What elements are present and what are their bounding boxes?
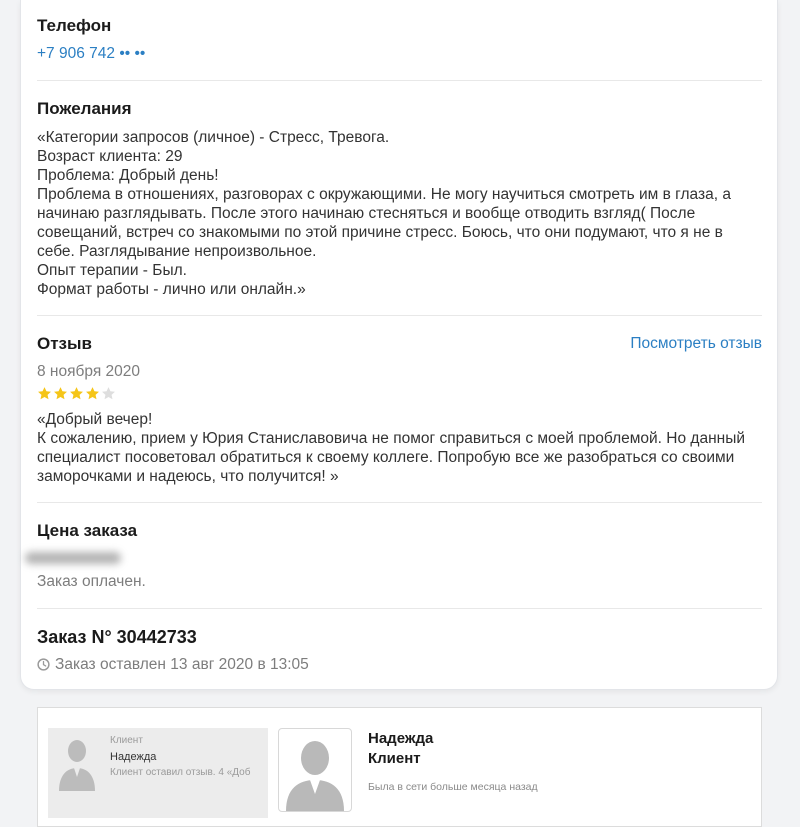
price-heading: Цена заказа	[37, 521, 138, 540]
text-line: специалист посоветовал обратиться к свое…	[37, 449, 735, 466]
review-heading: Отзыв	[37, 334, 92, 353]
text-line: Опыт терапии - Был.	[37, 262, 187, 279]
client-preview: Клиент Надежда Клиент оставил отзыв. 4 «…	[48, 728, 268, 818]
review-date: 8 ноября 2020	[37, 363, 141, 380]
text-line: совещаний, встреч со знакомыми по этой п…	[37, 224, 723, 241]
star-filled-icon	[70, 387, 83, 400]
client-role: Клиент	[368, 750, 421, 767]
text-line: «Добрый вечер!	[37, 411, 153, 428]
person-silhouette-icon	[59, 740, 95, 791]
payment-status: Заказ оплачен.	[37, 573, 146, 590]
star-filled-icon	[86, 387, 99, 400]
preview-name: Надежда	[110, 751, 157, 763]
divider	[37, 502, 762, 503]
divider	[37, 315, 762, 316]
person-silhouette-icon	[286, 741, 344, 811]
text-line: Возраст клиента: 29	[37, 148, 183, 165]
review-text: «Добрый вечер! К сожалению, прием у Юрия…	[37, 410, 745, 486]
client-name: Надежда	[368, 730, 434, 747]
wishes-heading: Пожелания	[37, 99, 132, 118]
wishes-text: «Категории запросов (личное) - Стресс, Т…	[37, 128, 731, 299]
preview-snippet: Клиент оставил отзыв. 4 «Доб	[110, 767, 251, 778]
clock-icon	[37, 658, 50, 671]
text-line: К сожалению, прием у Юрия Станиславовича…	[37, 430, 745, 447]
text-line: Проблема в отношениях, разговорах с окру…	[37, 186, 731, 203]
client-card: Клиент Надежда Клиент оставил отзыв. 4 «…	[37, 707, 762, 827]
price-value-blurred	[25, 552, 121, 564]
text-line: себе. Разглядывание непроизвольное.	[37, 243, 317, 260]
view-review-link[interactable]: Посмотреть отзыв	[630, 334, 762, 354]
text-line: «Категории запросов (личное) - Стресс, Т…	[37, 129, 390, 146]
text-line: Проблема: Добрый день!	[37, 167, 219, 184]
order-number: Заказ N° 30442733	[37, 627, 197, 647]
order-details-card: Телефон +7 906 742 •• •• Пожелания «Кате…	[20, 0, 778, 690]
text-line: Формат работы - лично или онлайн.»	[37, 281, 306, 298]
order-created-date: Заказ оставлен 13 авг 2020 в 13:05	[55, 656, 309, 673]
phone-link[interactable]: +7 906 742 •• ••	[37, 44, 145, 64]
phone-heading: Телефон	[37, 16, 112, 35]
divider	[37, 608, 762, 609]
rating-stars	[37, 386, 117, 401]
avatar[interactable]	[278, 728, 352, 812]
preview-role: Клиент	[110, 735, 143, 746]
last-seen-status: Была в сети больше месяца назад	[368, 781, 538, 793]
text-line: заморочками и надеюсь, что получится! »	[37, 468, 339, 485]
divider	[37, 80, 762, 81]
text-line: начинаю разглядывать. После этого начина…	[37, 205, 696, 222]
star-filled-icon	[54, 387, 67, 400]
star-empty-icon	[102, 387, 115, 400]
star-filled-icon	[38, 387, 51, 400]
